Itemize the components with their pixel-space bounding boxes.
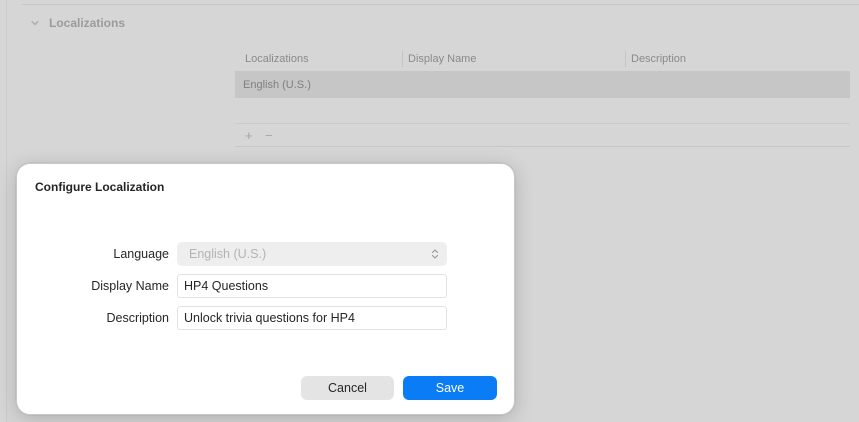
updown-chevron-icon bbox=[431, 249, 439, 259]
configure-localization-sheet: Configure Localization Language English … bbox=[16, 163, 515, 415]
sheet-title: Configure Localization bbox=[35, 180, 165, 194]
localizations-table: Localizations Display Name Description E… bbox=[235, 47, 850, 147]
description-row: Description bbox=[17, 306, 516, 330]
add-button[interactable]: + bbox=[245, 128, 253, 143]
table-row-empty bbox=[235, 98, 850, 124]
chevron-down-icon[interactable] bbox=[30, 18, 40, 28]
section-title: Localizations bbox=[49, 16, 126, 30]
description-label: Description bbox=[106, 311, 169, 325]
language-label: Language bbox=[113, 247, 169, 261]
table-row[interactable]: English (U.S.) bbox=[235, 72, 850, 98]
table-header: Localizations Display Name Description bbox=[235, 47, 850, 72]
column-header-description[interactable]: Description bbox=[621, 47, 686, 71]
localizations-section-header[interactable]: Localizations bbox=[30, 16, 125, 30]
language-popup[interactable]: English (U.S.) bbox=[177, 242, 447, 266]
language-row: Language English (U.S.) bbox=[17, 242, 516, 266]
column-header-localizations[interactable]: Localizations bbox=[235, 47, 309, 71]
remove-button[interactable]: − bbox=[265, 128, 273, 143]
language-value: English (U.S.) bbox=[189, 247, 267, 261]
save-button[interactable]: Save bbox=[403, 376, 497, 400]
table-footer: + − bbox=[235, 124, 850, 147]
display-name-label: Display Name bbox=[91, 279, 169, 293]
divider bbox=[22, 4, 859, 5]
divider bbox=[6, 0, 7, 422]
row-localization: English (U.S.) bbox=[243, 79, 311, 91]
cancel-button[interactable]: Cancel bbox=[301, 376, 394, 400]
column-header-display-name[interactable]: Display Name bbox=[398, 47, 476, 71]
description-field[interactable] bbox=[177, 306, 447, 330]
display-name-row: Display Name bbox=[17, 274, 516, 298]
display-name-field[interactable] bbox=[177, 274, 447, 298]
